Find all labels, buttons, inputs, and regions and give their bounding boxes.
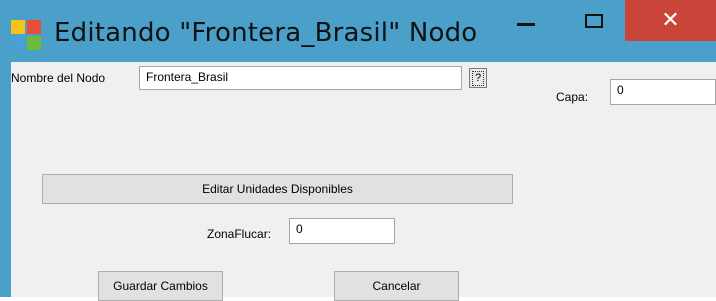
minimize-button[interactable] [504, 0, 548, 41]
nombre-del-nodo-label: Nombre del Nodo [11, 71, 106, 85]
maximize-button[interactable] [572, 0, 616, 41]
help-button[interactable]: ? [469, 68, 487, 88]
zona-flucar-label: ZonaFlucar: [207, 227, 272, 241]
window-title: Editando "Frontera_Brasil" Nodo [54, 18, 478, 48]
editar-unidades-button[interactable]: Editar Unidades Disponibles [42, 174, 513, 204]
zona-flucar-input[interactable]: 0 [289, 218, 395, 244]
title-bar[interactable]: Editando "Frontera_Brasil" Nodo ✕ [0, 0, 716, 62]
question-icon: ? [471, 70, 485, 86]
capa-input[interactable]: 0 [610, 79, 716, 105]
dialog-window: Editando "Frontera_Brasil" Nodo ✕ Nombre… [0, 0, 716, 301]
close-icon: ✕ [661, 8, 680, 33]
capa-label: Capa: [556, 90, 589, 104]
nombre-del-nodo-input[interactable]: Frontera_Brasil [139, 66, 462, 90]
close-button[interactable]: ✕ [625, 0, 716, 41]
app-icon [11, 20, 41, 50]
minimize-icon [517, 23, 535, 26]
maximize-icon [585, 13, 603, 28]
dialog-content: Nombre del Nodo Frontera_Brasil ? Capa: … [11, 62, 716, 301]
